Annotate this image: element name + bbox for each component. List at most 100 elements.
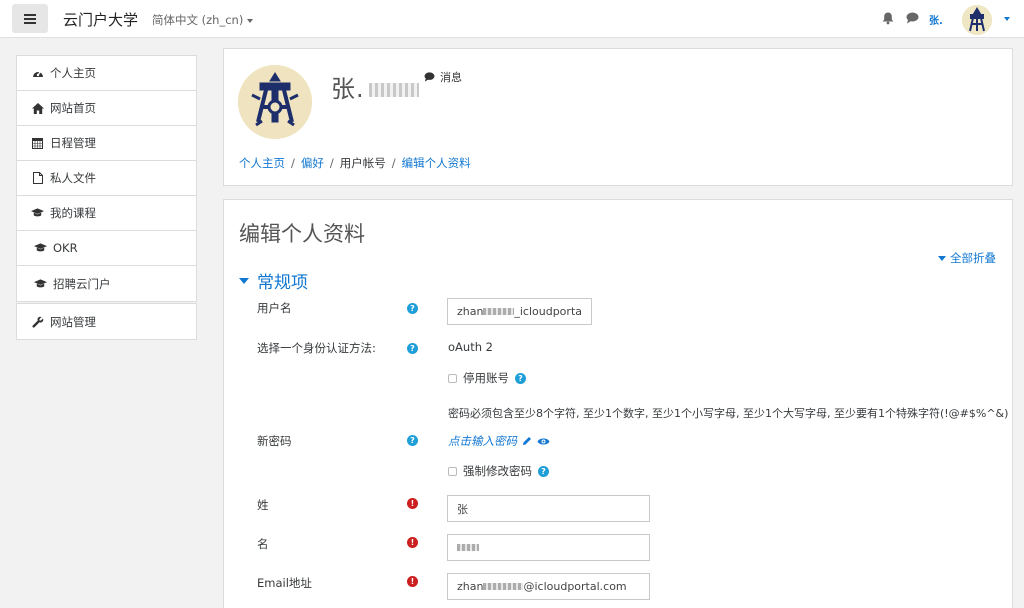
sidebar-item-label: 私人文件 xyxy=(50,171,96,185)
surname-value: 张 xyxy=(457,502,468,516)
breadcrumb-edit-profile[interactable]: 编辑个人资料 xyxy=(402,155,471,171)
required-icon: ! xyxy=(407,498,418,509)
user-name[interactable]: 张. xyxy=(929,12,943,27)
breadcrumb: 个人主页 / 偏好 / 用户帐号 / 编辑个人资料 xyxy=(239,155,471,171)
caret-down-icon xyxy=(239,277,249,284)
username-value: zhan xyxy=(457,305,484,318)
suspend-account-checkbox[interactable] xyxy=(448,373,457,383)
password-rule-text: 密码必须包含至少8个字符, 至少1个数字, 至少1个小写字母, 至少1个大写字母… xyxy=(448,407,1009,420)
profile-name-text: 张. xyxy=(331,75,365,103)
sidebar-item-recruitment[interactable]: 招聘云门户 xyxy=(17,266,196,301)
redacted-text xyxy=(483,308,515,315)
breadcrumb-separator: / xyxy=(291,156,295,170)
collapse-all-label: 全部折叠 xyxy=(950,251,996,265)
dashboard-icon xyxy=(31,67,44,80)
calendar-icon xyxy=(31,137,44,150)
help-icon[interactable]: ? xyxy=(407,435,418,446)
firstname-label: 名 xyxy=(257,537,269,551)
username-input[interactable]: zhan _icloudporta xyxy=(447,298,592,325)
redacted-text xyxy=(368,83,419,97)
edit-profile-card: 编辑个人资料 全部折叠 常规项 用户名 ? zhan _icloudporta 选… xyxy=(223,199,1013,608)
sidebar-item-calendar[interactable]: 日程管理 xyxy=(17,126,196,161)
top-navbar: 云门户大学 简体中文 (zh_cn) 张. xyxy=(0,0,1024,38)
chevron-down-icon xyxy=(247,18,254,23)
user-name-text: 张. xyxy=(929,16,943,27)
sidebar-item-dashboard[interactable]: 个人主页 xyxy=(17,56,196,91)
profile-header-card: 张. 消息 个人主页 / 偏好 / 用户帐号 / 编辑个人资料 xyxy=(223,48,1013,186)
profile-name: 张. xyxy=(331,69,419,104)
site-name-link[interactable]: 云门户大学 xyxy=(63,9,138,30)
breadcrumb-dashboard[interactable]: 个人主页 xyxy=(239,155,285,171)
eye-icon[interactable] xyxy=(537,437,550,446)
new-password-label: 新密码 xyxy=(257,434,292,448)
wrench-icon xyxy=(31,315,44,328)
email-label: Email地址 xyxy=(257,576,312,590)
graduation-cap-icon xyxy=(34,242,47,255)
sidebar-admin: 网站管理 xyxy=(16,303,197,340)
enter-password-label: 点击输入密码 xyxy=(448,434,517,448)
auth-method-label: 选择一个身份认证方法: xyxy=(257,341,376,355)
username-value-suffix: _icloudporta xyxy=(514,305,582,318)
redacted-text xyxy=(457,544,479,551)
force-password-change-label: 强制修改密码 xyxy=(463,464,532,478)
graduation-cap-icon xyxy=(31,207,44,220)
user-menu-chevron-icon[interactable] xyxy=(1004,17,1010,21)
file-icon xyxy=(31,172,44,185)
sidebar-item-label: 网站首页 xyxy=(50,101,96,115)
sidebar-item-my-courses[interactable]: 我的课程 xyxy=(17,196,196,231)
email-value: zhan xyxy=(457,580,484,593)
collapse-all-link[interactable]: 全部折叠 xyxy=(938,250,996,266)
sidebar-item-home[interactable]: 网站首页 xyxy=(17,91,196,126)
sidebar-item-site-admin[interactable]: 网站管理 xyxy=(17,304,196,339)
required-icon: ! xyxy=(407,576,418,587)
page-title: 编辑个人资料 xyxy=(239,222,365,246)
email-input[interactable]: zhan @icloudportal.com xyxy=(447,573,650,600)
sidebar-item-label: 日程管理 xyxy=(50,136,96,150)
chat-icon[interactable] xyxy=(906,12,920,25)
suspend-account-row: 停用账号 ? xyxy=(448,370,526,386)
help-icon[interactable]: ? xyxy=(407,343,418,354)
help-icon[interactable]: ? xyxy=(407,303,418,314)
bell-icon[interactable] xyxy=(882,12,894,26)
breadcrumb-separator: / xyxy=(329,156,334,170)
section-general-label: 常规项 xyxy=(257,273,308,293)
profile-avatar xyxy=(238,65,312,139)
hamburger-icon[interactable] xyxy=(12,4,48,33)
breadcrumb-separator: / xyxy=(391,156,396,170)
sidebar-item-label: 个人主页 xyxy=(50,66,96,80)
sidebar-item-okr[interactable]: OKR xyxy=(17,231,196,266)
language-label: 简体中文 (zh_cn) xyxy=(152,13,244,27)
help-icon[interactable]: ? xyxy=(515,372,526,384)
email-value-suffix: @icloudportal.com xyxy=(523,580,627,593)
surname-label: 姓 xyxy=(257,498,269,512)
breadcrumb-user-account: 用户帐号 xyxy=(339,156,386,170)
section-general-toggle[interactable]: 常规项 xyxy=(239,268,308,293)
force-password-change-row: 强制修改密码 ? xyxy=(448,463,549,479)
username-label: 用户名 xyxy=(257,301,292,315)
sidebar-item-private-files[interactable]: 私人文件 xyxy=(17,161,196,196)
caret-down-icon xyxy=(938,255,946,261)
message-link-label: 消息 xyxy=(440,71,462,84)
sidebar-item-label: 招聘云门户 xyxy=(53,276,111,291)
force-password-change-checkbox[interactable] xyxy=(448,466,457,476)
sidebar-item-label: OKR xyxy=(53,241,78,255)
pencil-icon xyxy=(523,437,531,445)
home-icon xyxy=(31,102,44,115)
chat-icon xyxy=(424,72,435,82)
sidebar-item-label: 网站管理 xyxy=(50,314,96,329)
graduation-cap-icon xyxy=(34,277,47,290)
auth-method-value: oAuth 2 xyxy=(448,340,493,354)
user-avatar[interactable] xyxy=(962,5,992,35)
help-icon[interactable]: ? xyxy=(538,465,549,477)
redacted-text xyxy=(483,583,524,590)
breadcrumb-preferences[interactable]: 偏好 xyxy=(301,155,324,171)
enter-password-link[interactable]: 点击输入密码 xyxy=(448,433,550,449)
sidebar-item-label: 我的课程 xyxy=(50,206,96,220)
message-link[interactable]: 消息 xyxy=(424,69,462,85)
sidebar-nav: 个人主页 网站首页 日程管理 私人文件 我的课程 OKR 招聘云门户 xyxy=(16,55,197,302)
firstname-input[interactable] xyxy=(447,534,650,561)
surname-input[interactable]: 张 xyxy=(447,495,650,522)
suspend-account-label: 停用账号 xyxy=(463,371,509,385)
required-icon: ! xyxy=(407,537,418,548)
language-selector[interactable]: 简体中文 (zh_cn) xyxy=(152,12,254,28)
